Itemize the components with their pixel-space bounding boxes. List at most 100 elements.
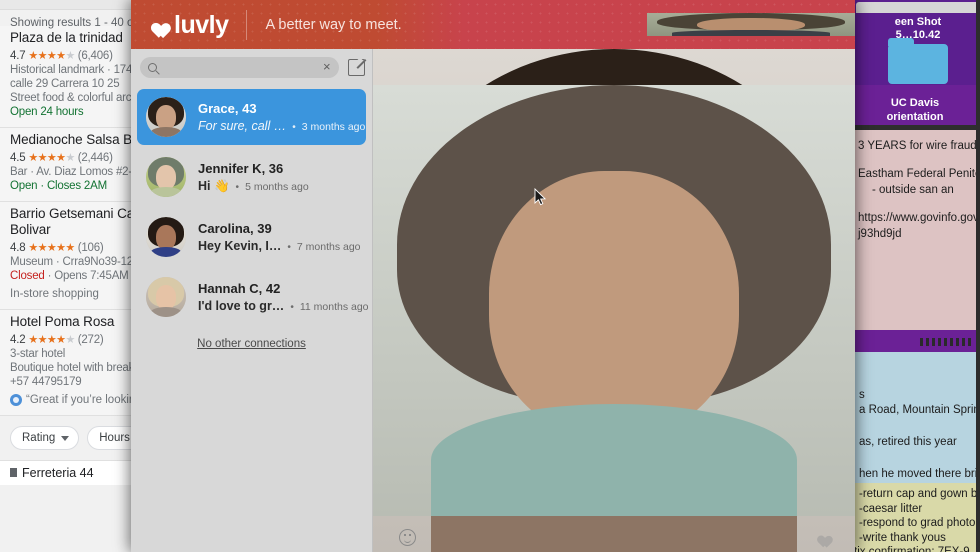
maps-result-card[interactable]: Plaza de la trinidad 4.7 ★★★★★ (6,406) H… <box>0 26 131 128</box>
conversation-preview: Hey Kevin, I… <box>198 239 282 253</box>
yellow-sticky-note[interactable]: -return cap and gown b -caesar litter -r… <box>850 483 980 552</box>
avatar <box>646 13 855 36</box>
app-body: × Grace, 43 For sure, call … • 3 months … <box>131 49 855 552</box>
status-opens-label: · Opens 7:45AM <box>44 270 129 282</box>
strip-dots-icon <box>920 338 972 346</box>
screenshot-title-line2: 5…10.42 <box>895 29 941 41</box>
chat-header: Grace Allen i <box>373 49 855 552</box>
conversation-item-hannah[interactable]: Hannah C, 42 I'd love to gr… • 11 months… <box>137 269 369 325</box>
chip-label: Hours <box>99 432 130 444</box>
pink-sticky-note[interactable]: 3 YEARS for wire fraud Eastham Federal P… <box>850 130 980 335</box>
conversation-preview: For sure, call … <box>198 119 287 133</box>
conversation-name: Carolina, 39 <box>198 221 272 236</box>
maps-result-rating: 4.8 ★★★★★ (106) <box>10 241 121 254</box>
search-box[interactable]: × <box>140 56 339 78</box>
filter-chip-rating[interactable]: Rating <box>10 426 80 450</box>
maps-result-name: Barrio Getsemani Ca <box>10 206 132 221</box>
separator-dot: • <box>235 182 240 193</box>
chip-label: Rating <box>22 432 56 444</box>
compose-message-icon[interactable] <box>347 58 365 76</box>
conversation-name: Grace, 43 <box>198 101 257 116</box>
blue-note-line: hen he moved there brie <box>859 468 980 480</box>
folder-icon[interactable] <box>888 38 948 84</box>
maps-result-extra: In-store shopping <box>10 288 99 300</box>
review-count: (2,446) <box>77 152 113 164</box>
send-heart-icon[interactable] <box>814 531 829 544</box>
no-other-connections-link[interactable]: No other connections <box>137 338 366 350</box>
chat-messages-scroll[interactable]: luvly a better way to meet You connected… <box>373 85 855 516</box>
avatar <box>146 277 186 317</box>
maps-result-card[interactable]: Barrio Getsemani Ca Bolivar 4.8 ★★★★★ (1… <box>0 202 131 310</box>
luvly-app-window: luvly A better way to meet. × Grace, 43 … <box>131 0 855 552</box>
screenshot-file-window[interactable]: een Shot 5…10.42 <box>856 2 980 42</box>
maps-panel-topbar <box>0 0 131 10</box>
blue-note-line: s <box>859 389 865 401</box>
maps-bottom-result[interactable]: Ferreteria 44 <box>0 460 131 485</box>
yellow-note-line: -respond to grad photo <box>859 517 976 529</box>
conversation-preview: Hi 👋 <box>198 179 230 193</box>
avatar <box>146 97 186 137</box>
conversations-panel: × Grace, 43 For sure, call … • 3 months … <box>131 49 373 552</box>
search-icon <box>148 62 157 72</box>
maps-result-type: 3-star hotel <box>10 348 66 360</box>
maps-result-address: calle 29 Carrera 10 25 <box>10 78 120 90</box>
avatar <box>146 157 186 197</box>
conversation-item-carolina[interactable]: Carolina, 39 Hey Kevin, I… • 7 months ag… <box>137 209 366 265</box>
reviewer-avatar-icon <box>10 394 22 406</box>
folder-label-line1: UC Davis <box>890 97 940 109</box>
emoji-icon[interactable] <box>399 528 416 546</box>
rating-value: 4.2 <box>10 334 26 346</box>
maps-result-rating: 4.2 ★★★★★ (272) <box>10 333 121 346</box>
maps-result-rating: 4.5 ★★★★★ (2,446) <box>10 151 121 164</box>
filter-chip-hours[interactable]: Hours <box>87 426 131 450</box>
yellow-note-line: -caesar litter <box>859 502 923 515</box>
yellow-note-line: -write thank yous <box>859 531 946 544</box>
place-marker-icon <box>10 468 17 477</box>
tagline: A better way to meet. <box>265 16 402 33</box>
brand-logo[interactable]: luvly <box>131 10 229 39</box>
conversation-item-grace[interactable]: Grace, 43 For sure, call … • 3 months ag… <box>137 89 366 145</box>
avatar[interactable] <box>373 49 855 552</box>
maps-result-card[interactable]: Medianoche Salsa Ba 4.5 ★★★★★ (2,446) Ba… <box>0 128 131 202</box>
clear-search-icon[interactable]: × <box>323 60 331 73</box>
pink-note-line: j93hd9jd <box>858 228 902 240</box>
avatar <box>146 217 186 257</box>
window-titlebar <box>856 2 980 13</box>
screen: Showing results 1 - 40 of Plaza de la tr… <box>0 0 980 552</box>
rating-value: 4.7 <box>10 50 26 62</box>
blue-note-line: as, retired this year <box>859 436 957 448</box>
folder-label-line2: orientation <box>886 111 944 123</box>
review-count: (272) <box>77 334 104 346</box>
header-actions: Kevin <box>646 13 855 36</box>
maps-result-status: Open · Closes 2AM <box>10 180 107 192</box>
quote-text: “Great if you’re looking <box>26 394 132 406</box>
maps-result-status: Closed · Opens 7:45AM <box>10 270 129 282</box>
blue-note-line: a Road, Mountain Spring <box>859 404 980 416</box>
blue-sticky-note[interactable]: s a Road, Mountain Spring as, retired th… <box>850 352 980 487</box>
maps-result-type: Historical landmark · 174… <box>10 64 132 76</box>
avatar <box>373 85 855 516</box>
rating-value: 4.8 <box>10 242 26 254</box>
pink-note-line: Eastham Federal Penite <box>858 168 980 180</box>
conversation-time: 11 months ago <box>299 301 369 313</box>
conversations-toolbar: × <box>131 49 372 85</box>
chat-panel: Grace Allen i luvly a better way to meet… <box>373 49 855 552</box>
maps-result-phone: +57 44795179 <box>10 376 82 388</box>
maps-result-name-line2: Bolivar <box>10 222 51 237</box>
current-user-chip[interactable]: Kevin <box>646 13 855 36</box>
conversation-item-jennifer[interactable]: Jennifer K, 36 Hi 👋 • 5 months ago <box>137 149 366 205</box>
maps-result-type: Bar · Av. Diaz Lomos #2- <box>10 166 132 178</box>
app-header: luvly A better way to meet. <box>131 0 855 49</box>
maps-result-card[interactable]: Hotel Poma Rosa 4.2 ★★★★★ (272) 3-star h… <box>0 310 131 416</box>
maps-result-rating: 4.7 ★★★★★ (6,406) <box>10 49 121 62</box>
maps-result-description: Street food & colorful arc <box>10 92 132 104</box>
separator-dot: • <box>287 242 291 253</box>
background-maps-results-panel: Showing results 1 - 40 of Plaza de la tr… <box>0 0 132 552</box>
maps-result-quote: “Great if you’re looking <box>10 394 131 406</box>
brand-name: luvly <box>174 10 229 39</box>
maps-result-name: Medianoche Salsa Ba <box>10 132 132 147</box>
search-input[interactable] <box>163 61 317 73</box>
maps-result-description: Boutique hotel with break <box>10 362 132 374</box>
message-row-text: Hey Grace! Just checking in! How's it go… <box>373 85 855 516</box>
stars-icon: ★★★★★ <box>28 334 75 346</box>
